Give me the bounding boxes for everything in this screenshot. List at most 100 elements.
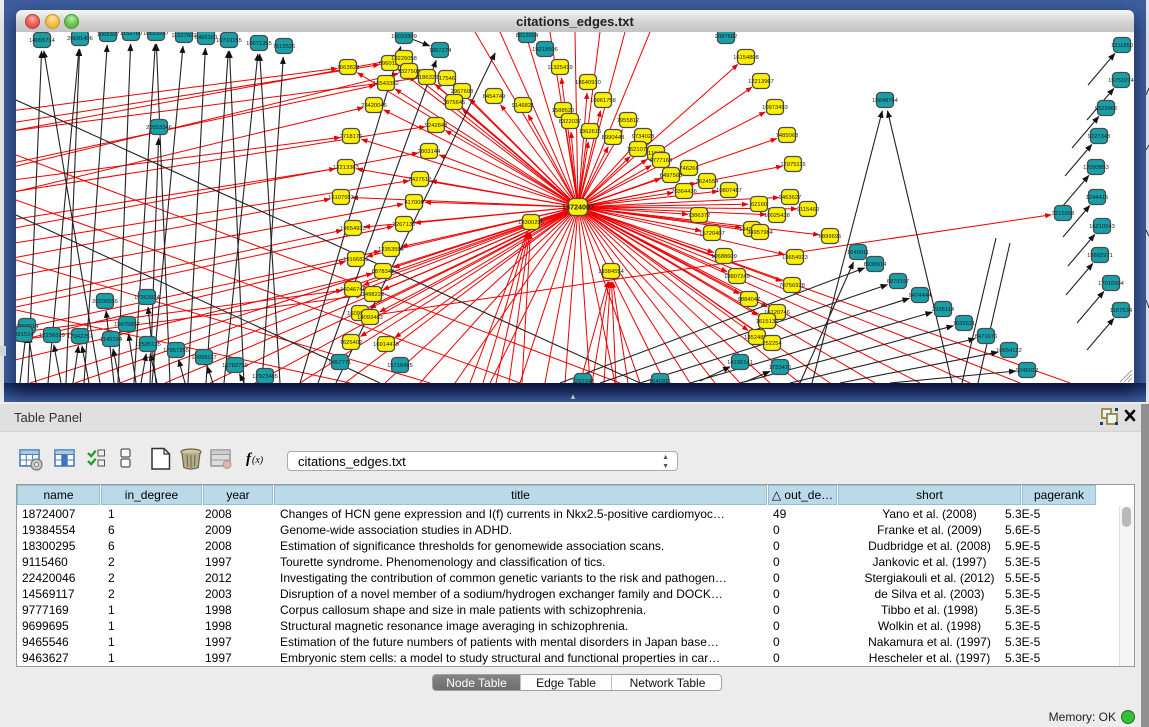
svg-text:9734028: 9734028	[632, 134, 655, 140]
svg-text:1244415: 1244415	[1086, 195, 1109, 201]
svg-text:6466160: 6466160	[195, 35, 218, 41]
svg-text:1167534: 1167534	[1110, 308, 1133, 314]
svg-text:8471676: 8471676	[975, 334, 998, 340]
svg-text:16782759: 16782759	[222, 363, 248, 369]
svg-text:14055714: 14055714	[29, 38, 56, 44]
svg-text:12505135: 12505135	[135, 342, 161, 348]
svg-text:12353594: 12353594	[378, 247, 405, 253]
svg-text:12975115: 12975115	[780, 162, 805, 168]
svg-text:1615132: 1615132	[756, 319, 779, 325]
svg-text:2803144: 2803144	[418, 149, 441, 155]
svg-text:1292348: 1292348	[572, 379, 595, 383]
svg-text:16107553: 16107553	[328, 195, 354, 201]
svg-text:6879197: 6879197	[887, 279, 910, 285]
svg-text:8454749: 8454749	[483, 94, 506, 100]
svg-text:12213967: 12213967	[748, 79, 774, 85]
svg-text:10719155: 10719155	[216, 38, 242, 44]
svg-text:11527602: 11527602	[171, 33, 196, 39]
svg-text:19384554: 19384554	[598, 269, 625, 275]
svg-text:18807249: 18807249	[724, 274, 750, 280]
svg-text:6497568: 6497568	[660, 173, 683, 179]
svg-text:19654923: 19654923	[782, 255, 808, 261]
svg-text:19654933: 19654933	[340, 226, 366, 232]
svg-text:7625402: 7625402	[340, 340, 363, 346]
svg-text:18640910: 18640910	[575, 80, 601, 86]
svg-text:10688609: 10688609	[711, 254, 737, 260]
svg-text:1145194: 1145194	[100, 337, 123, 343]
svg-text:9457771: 9457771	[329, 360, 352, 366]
svg-text:16154808: 16154808	[733, 55, 759, 61]
svg-text:10958117: 10958117	[191, 355, 216, 361]
svg-text:23420046: 23420046	[361, 103, 387, 109]
svg-text:8322037: 8322037	[559, 119, 582, 125]
svg-text:2718176: 2718176	[340, 134, 363, 140]
svg-text:16543382: 16543382	[373, 81, 399, 87]
svg-text:20691406: 20691406	[67, 36, 93, 42]
svg-text:9245012: 9245012	[1016, 368, 1039, 374]
svg-text:15751074: 15751074	[1108, 78, 1134, 84]
svg-text:391514: 391514	[16, 332, 34, 338]
svg-text:12093853: 12093853	[1083, 165, 1109, 171]
svg-text:9242848: 9242848	[425, 123, 448, 129]
svg-text:9777169: 9777169	[650, 158, 673, 164]
svg-text:2087682: 2087682	[715, 34, 738, 40]
svg-text:2935114: 2935114	[932, 307, 955, 313]
svg-text:6899695: 6899695	[819, 234, 842, 240]
svg-text:17942757: 17942757	[67, 334, 93, 340]
svg-text:1640911: 1640911	[649, 379, 671, 383]
svg-text:8427512: 8427512	[409, 177, 432, 183]
svg-text:7632621: 7632621	[953, 321, 976, 327]
svg-text:10025438: 10025438	[764, 213, 790, 219]
svg-text:19975857: 19975857	[114, 322, 140, 328]
svg-text:17546: 17546	[439, 76, 455, 82]
svg-text:20364436: 20364436	[671, 189, 697, 195]
svg-text:16210643: 16210643	[1089, 224, 1115, 230]
svg-text:1211850: 1211850	[1111, 43, 1133, 49]
svg-text:20553346: 20553346	[146, 125, 172, 131]
svg-text:7515526: 7515526	[273, 44, 296, 50]
svg-text:1621072: 1621072	[627, 147, 650, 153]
svg-text:12156829: 12156829	[39, 333, 65, 339]
svg-text:14093483: 14093483	[357, 315, 383, 321]
svg-text:16914479: 16914479	[373, 342, 399, 348]
svg-text:8878342: 8878342	[372, 269, 395, 275]
svg-text:3624554: 3624554	[696, 179, 719, 185]
svg-text:10654122: 10654122	[996, 348, 1022, 354]
svg-text:9884047: 9884047	[738, 297, 761, 303]
svg-text:11325419: 11325419	[547, 65, 572, 71]
svg-text:18300295: 18300295	[518, 220, 544, 226]
svg-text:10973493: 10973493	[762, 105, 788, 111]
svg-text:8990448: 8990448	[602, 135, 625, 141]
svg-text:18724007: 18724007	[562, 203, 594, 212]
svg-text:20206556: 20206556	[92, 299, 118, 305]
svg-text:746266: 746266	[679, 166, 698, 172]
svg-text:34957984: 34957984	[747, 230, 774, 236]
svg-text:9463627: 9463627	[779, 195, 802, 201]
svg-text:1498222: 1498222	[362, 292, 385, 298]
svg-text:7857274: 7857274	[429, 48, 452, 54]
svg-text:1152760: 1152760	[120, 32, 142, 37]
svg-text:3215958: 3215958	[1052, 211, 1075, 217]
svg-text:12923485: 12923485	[252, 374, 278, 380]
svg-text:8813054: 8813054	[516, 33, 539, 39]
svg-text:10961758: 10961758	[590, 98, 616, 104]
svg-text:3875645: 3875645	[443, 100, 466, 106]
svg-text:9474444: 9474444	[909, 293, 932, 299]
svg-text:15720407: 15720407	[699, 231, 725, 237]
svg-text:1362615: 1362615	[579, 129, 602, 135]
svg-text:1065327: 1065327	[97, 32, 120, 38]
svg-text:16648784: 16648784	[872, 98, 899, 104]
svg-text:13226058: 13226058	[391, 56, 417, 62]
svg-text:1733426: 1733426	[769, 365, 792, 371]
svg-text:252254: 252254	[762, 341, 782, 347]
svg-text:9329966: 9329966	[1095, 106, 1118, 112]
svg-text:9146821: 9146821	[512, 103, 535, 109]
svg-text:7485063: 7485063	[776, 133, 799, 139]
svg-text:10653267: 10653267	[143, 32, 169, 37]
svg-text:7386372: 7386372	[688, 213, 711, 219]
svg-text:9227343: 9227343	[1088, 134, 1111, 140]
svg-text:14136141: 14136141	[727, 360, 753, 366]
svg-text:8938914: 8938914	[864, 262, 887, 268]
svg-text:7663822: 7663822	[337, 65, 360, 71]
svg-text:19166825: 19166825	[343, 257, 369, 263]
